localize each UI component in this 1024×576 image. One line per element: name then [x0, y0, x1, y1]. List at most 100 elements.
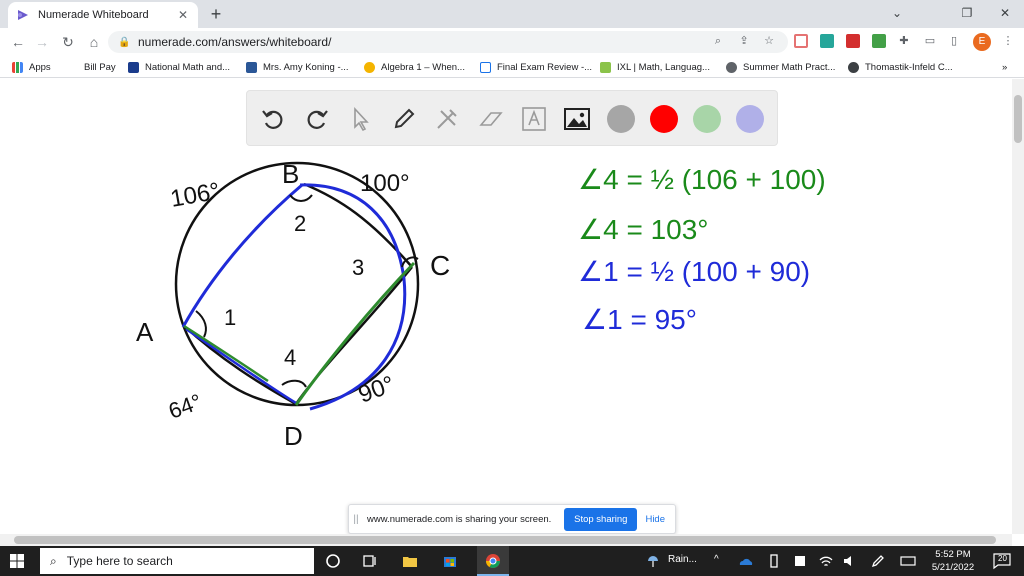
bookmark-star-icon[interactable]: ☆ [761, 33, 777, 49]
angle-arc-d [281, 379, 307, 388]
forward-icon[interactable]: → [32, 32, 52, 52]
back-icon[interactable]: ← [8, 32, 28, 52]
wifi-icon[interactable] [818, 553, 834, 569]
bookmark-favicon [848, 61, 859, 73]
minimize-button[interactable]: ⌄ [880, 2, 914, 24]
vertical-scroll-thumb[interactable] [1014, 95, 1022, 143]
notification-center-icon[interactable]: 20 [992, 552, 1012, 570]
url-text: numerade.com/answers/whiteboard/ [138, 35, 332, 49]
file-explorer-icon[interactable] [402, 553, 418, 569]
tab-close-icon[interactable]: ✕ [176, 8, 190, 22]
vertex-label-b: B [282, 159, 299, 189]
bookmark-mrs-amy-koning[interactable]: Mrs. Amy Koning -... [246, 60, 349, 74]
address-bar[interactable]: 🔒 numerade.com/answers/whiteboard/ [108, 31, 788, 53]
cortana-icon[interactable] [325, 553, 341, 569]
new-tab-button[interactable]: + [206, 4, 226, 24]
angle-label-3: 3 [352, 255, 364, 280]
angle-arc-a [195, 310, 207, 338]
vertex-label-c: C [430, 250, 450, 281]
volume-icon[interactable] [842, 553, 858, 569]
keyboard-icon[interactable] [900, 553, 916, 569]
close-window-button[interactable]: ✕ [988, 2, 1022, 24]
tab-numerade-whiteboard[interactable]: Numerade Whiteboard ✕ [8, 2, 198, 28]
bookmark-summer-math[interactable]: Summer Math Pract... [726, 60, 835, 74]
lock-icon: 🔒 [118, 36, 131, 48]
restore-button[interactable]: ❐ [950, 2, 984, 24]
screen: Numerade Whiteboard ✕ + ⌄ ❐ ✕ ← → ↻ ⌂ 🔒 … [0, 0, 1024, 576]
onenote-icon[interactable] [792, 553, 808, 569]
pen-icon[interactable] [870, 553, 886, 569]
angle-label-2: 2 [294, 211, 306, 236]
vertical-scrollbar[interactable] [1012, 79, 1024, 534]
tray-overflow-icon[interactable]: ^ [714, 554, 719, 565]
horizontal-scroll-thumb[interactable] [14, 536, 996, 544]
zoom-search-icon[interactable]: ⌕ [710, 33, 726, 49]
extension-icon-2[interactable] [820, 34, 834, 48]
search-icon: ⌕ [50, 553, 57, 568]
numerade-logo-icon [18, 10, 28, 20]
windows-start-icon[interactable] [10, 554, 24, 568]
bookmarks-overflow-button[interactable]: » [1002, 60, 1007, 74]
color-swatch-gray[interactable] [607, 105, 635, 133]
bookmark-final-exam-review[interactable]: Final Exam Review -... [480, 60, 592, 74]
whiteboard-canvas[interactable]: B C A D 106° 100° 90° 64° 1 2 3 4 ∠4 = ½… [0, 79, 1012, 534]
bookmark-thomastik-infeld[interactable]: Thomastik-Infeld C... [848, 60, 953, 74]
redo-icon[interactable] [303, 105, 331, 133]
tab-strip: Numerade Whiteboard ✕ + ⌄ ❐ ✕ [0, 0, 1024, 28]
vertex-label-d: D [284, 421, 303, 451]
drag-handle-icon[interactable]: || [349, 514, 363, 525]
reload-icon[interactable]: ↻ [58, 32, 78, 52]
tab-title: Numerade Whiteboard [38, 9, 149, 21]
menu-kebab-icon[interactable]: ⋮ [1000, 33, 1016, 49]
extension-icon-1[interactable] [794, 34, 808, 48]
taskbar-chrome-active[interactable] [477, 546, 509, 576]
eraser-icon[interactable] [477, 105, 505, 133]
cursor-icon[interactable] [347, 105, 375, 133]
tools-icon[interactable] [433, 105, 461, 133]
equation-line-2: ∠4 = 103° [578, 214, 709, 245]
bookmarks-bar: Apps Bill Pay National Math and... Mrs. … [0, 56, 1024, 78]
taskbar: ⌕ Type here to search Rain... ^ 5:52 PM … [0, 546, 1024, 576]
bookmark-ixl[interactable]: IXL | Math, Languag... [600, 60, 710, 74]
clock-date: 5/21/2022 [931, 562, 975, 573]
chrome-icon [486, 554, 500, 568]
puzzle-extensions-icon[interactable]: ✚ [896, 33, 912, 49]
home-icon[interactable]: ⌂ [84, 32, 104, 52]
pencil-icon[interactable] [390, 105, 418, 133]
bookmark-national-math[interactable]: National Math and... [128, 60, 230, 74]
task-view-icon[interactable] [362, 553, 378, 569]
angle-label-1: 1 [224, 305, 236, 330]
screen-sharing-bar: || www.numerade.com is sharing your scre… [348, 504, 676, 534]
pdf-extension-icon[interactable] [846, 34, 860, 48]
hide-sharing-bar-button[interactable]: Hide [645, 514, 665, 525]
bookmark-algebra-1[interactable]: Algebra 1 – When... [364, 60, 465, 74]
usb-device-icon[interactable] [766, 553, 782, 569]
stop-sharing-button[interactable]: Stop sharing [564, 507, 638, 531]
cast-icon[interactable]: ▭ [922, 33, 938, 49]
arc-label-da: 64° [165, 389, 205, 424]
image-icon[interactable] [563, 105, 591, 133]
extension-icon-3[interactable] [872, 34, 886, 48]
text-icon[interactable] [520, 105, 548, 133]
profile-avatar[interactable]: E [973, 33, 991, 51]
share-icon[interactable]: ⇪ [736, 33, 752, 49]
clock-time: 5:52 PM [935, 549, 971, 560]
microsoft-store-icon[interactable] [442, 553, 458, 569]
search-placeholder: Type here to search [66, 554, 173, 568]
apps-grid-icon [12, 61, 23, 73]
whiteboard-toolbar [246, 90, 778, 146]
taskbar-clock[interactable]: 5:52 PM 5/21/2022 [928, 548, 978, 574]
color-swatch-red[interactable] [650, 105, 678, 133]
undo-icon[interactable] [259, 105, 287, 133]
weather-text[interactable]: Rain... [668, 554, 697, 565]
color-swatch-lavender[interactable] [736, 105, 764, 133]
side-panel-icon[interactable]: ▯ [946, 33, 962, 49]
bookmark-favicon [600, 61, 611, 73]
color-swatch-green[interactable] [693, 105, 721, 133]
weather-rain-icon[interactable] [645, 553, 661, 569]
bookmark-apps[interactable]: Apps [12, 60, 51, 74]
bookmark-bill-pay[interactable]: Bill Pay [84, 60, 116, 74]
horizontal-scrollbar[interactable] [0, 534, 1012, 546]
taskbar-search-box[interactable]: ⌕ Type here to search [40, 548, 314, 574]
onedrive-icon[interactable] [738, 553, 754, 569]
